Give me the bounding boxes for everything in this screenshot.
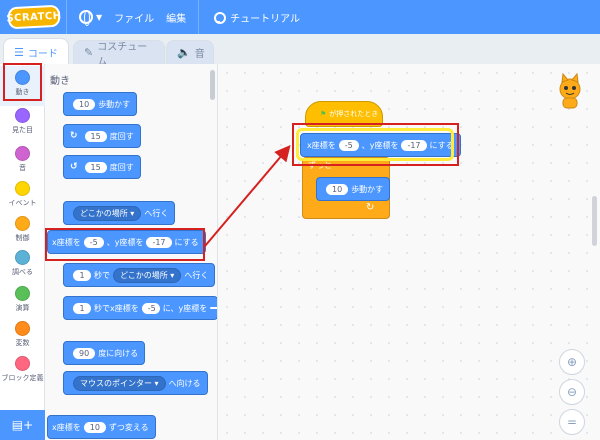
zoom-out-button[interactable]: ⊖ [559, 379, 585, 405]
drag-arrow [204, 144, 291, 247]
zoom-reset-button[interactable]: = [559, 409, 585, 435]
zoom-in-icon: ⊕ [566, 355, 578, 369]
zoom-in-button[interactable]: ⊕ [559, 349, 585, 375]
sprite-cat-icon [559, 72, 581, 109]
zoom-reset-icon: = [566, 415, 578, 429]
zoom-out-icon: ⊖ [566, 385, 578, 399]
script-scrollbar[interactable] [592, 196, 597, 246]
